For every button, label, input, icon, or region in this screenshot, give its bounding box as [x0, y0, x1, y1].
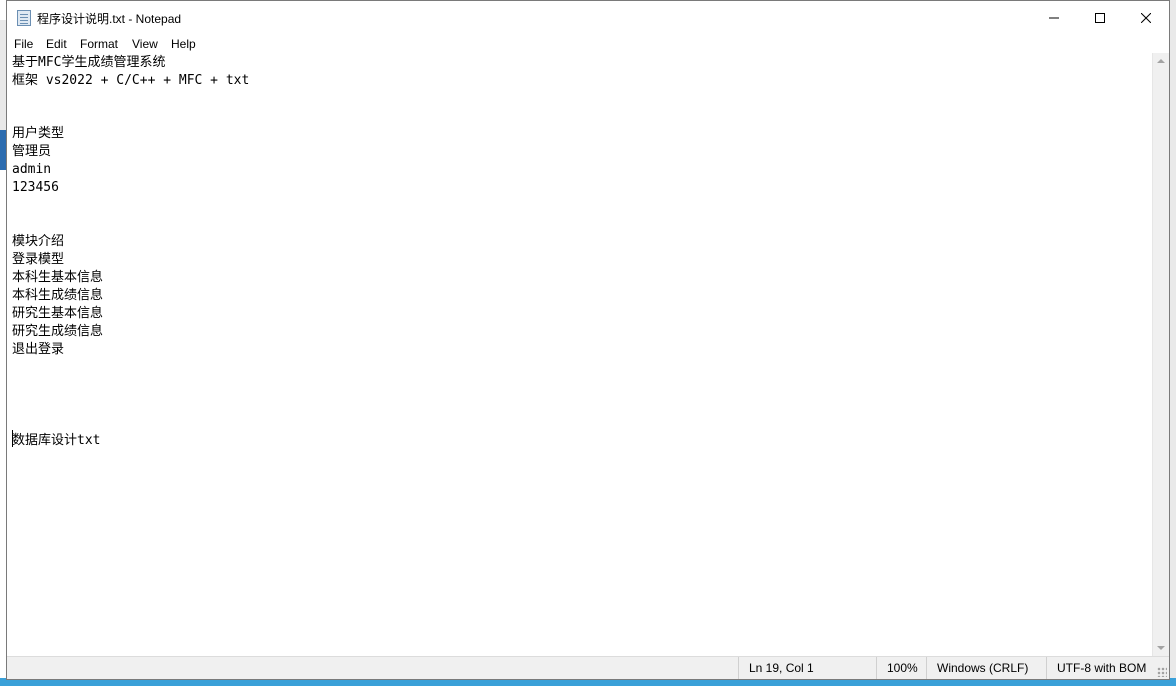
editor-line: 本科生基本信息 [12, 270, 104, 285]
minimize-button[interactable] [1031, 1, 1077, 34]
vertical-scrollbar[interactable] [1152, 53, 1169, 656]
background-desktop-right [1170, 0, 1176, 686]
title-bar[interactable]: 程序设计说明.txt - Notepad [7, 1, 1169, 34]
window-title: 程序设计说明.txt - Notepad [37, 12, 182, 26]
editor-line: 本科生成绩信息 [12, 288, 104, 303]
editor-line: admin [12, 162, 52, 177]
status-bar: Ln 19, Col 1 100% Windows (CRLF) UTF-8 w… [7, 656, 1169, 679]
editor-line: 用户类型 [12, 126, 65, 141]
notepad-window: 程序设计说明.txt - Notepad File Edit Format Vi… [6, 0, 1170, 680]
editor-line: 框架 vs2022 + C/C++ + MFC + txt [12, 73, 250, 88]
scroll-down-icon[interactable] [1157, 646, 1165, 650]
editor-line: 模块介绍 [12, 234, 65, 249]
maximize-icon [1095, 12, 1105, 23]
maximize-button[interactable] [1077, 1, 1123, 34]
editor-line: 123456 [12, 180, 59, 195]
editor-line: 管理员 [12, 144, 52, 159]
close-icon [1141, 12, 1151, 23]
scroll-up-icon[interactable] [1157, 59, 1165, 63]
menu-edit[interactable]: Edit [46, 37, 67, 51]
editor-line: 登录模型 [12, 252, 65, 267]
menu-bar: File Edit Format View Help [7, 34, 1169, 53]
notepad-icon [17, 10, 31, 26]
encoding: UTF-8 with BOM [1046, 657, 1171, 679]
text-editor[interactable]: 基于MFC学生成绩管理系统 框架 vs2022 + C/C++ + MFC + … [7, 53, 1154, 656]
editor-line: 退出登录 [12, 342, 65, 357]
editor-line: 研究生基本信息 [12, 306, 104, 321]
menu-view[interactable]: View [132, 37, 158, 51]
menu-format[interactable]: Format [80, 37, 118, 51]
resize-grip-icon[interactable] [1157, 667, 1167, 677]
menu-help[interactable]: Help [171, 37, 196, 51]
editor-line: 基于MFC学生成绩管理系统 [12, 55, 166, 70]
menu-file[interactable]: File [14, 37, 33, 51]
editor-line: 数据库设计txt [12, 433, 101, 448]
line-ending: Windows (CRLF) [926, 657, 1046, 679]
close-button[interactable] [1123, 1, 1169, 34]
minimize-icon [1049, 17, 1059, 18]
cursor-position: Ln 19, Col 1 [738, 657, 878, 679]
editor-line: 研究生成绩信息 [12, 324, 104, 339]
zoom-level: 100% [876, 657, 926, 679]
